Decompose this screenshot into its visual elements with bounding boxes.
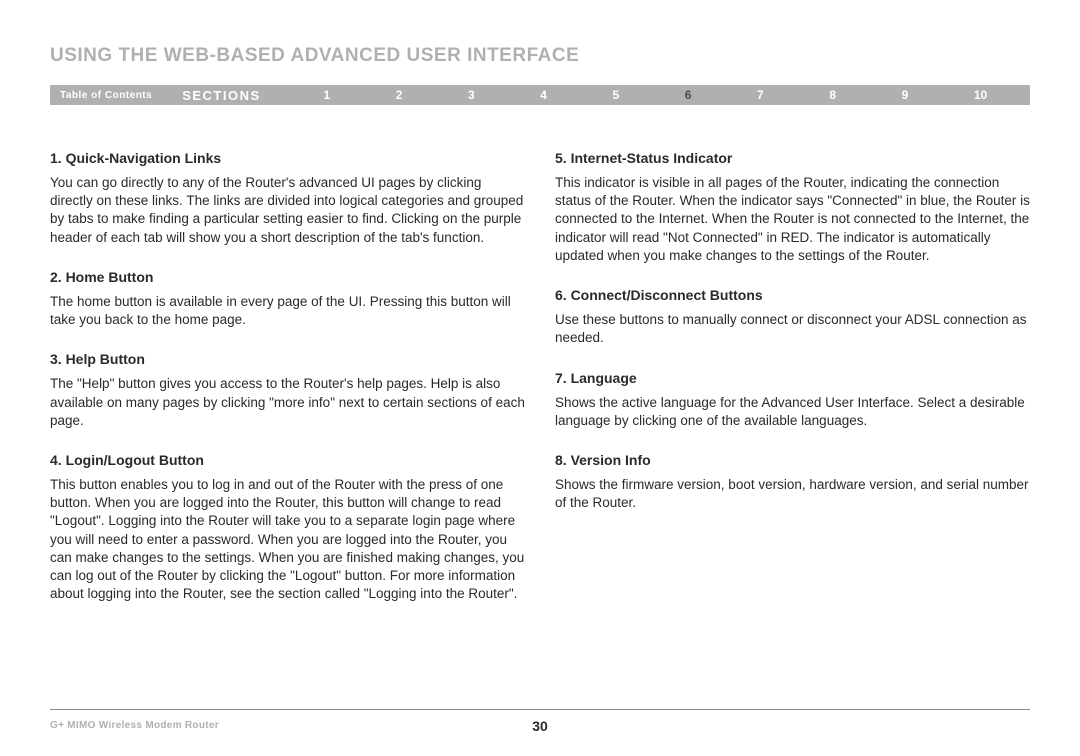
page-number: 30 bbox=[532, 718, 548, 734]
item-6: 6. Connect/Disconnect Buttons Use these … bbox=[555, 287, 1030, 347]
item-body: The "Help" button gives you access to th… bbox=[50, 375, 525, 430]
section-link-10[interactable]: 10 bbox=[974, 88, 987, 102]
item-body: Use these buttons to manually connect or… bbox=[555, 311, 1030, 347]
item-heading: 8. Version Info bbox=[555, 452, 1030, 468]
item-heading: 1. Quick-Navigation Links bbox=[50, 150, 525, 166]
item-heading: 2. Home Button bbox=[50, 269, 525, 285]
right-column: 5. Internet-Status Indicator This indica… bbox=[555, 150, 1030, 626]
item-heading: 5. Internet-Status Indicator bbox=[555, 150, 1030, 166]
item-body: This indicator is visible in all pages o… bbox=[555, 174, 1030, 265]
item-5: 5. Internet-Status Indicator This indica… bbox=[555, 150, 1030, 265]
section-numbers: 1 2 3 4 5 6 7 8 9 10 bbox=[291, 88, 1020, 102]
toc-link[interactable]: Table of Contents bbox=[60, 90, 152, 101]
product-name: G+ MIMO Wireless Modem Router bbox=[50, 720, 219, 731]
item-heading: 4. Login/Logout Button bbox=[50, 452, 525, 468]
item-8: 8. Version Info Shows the firmware versi… bbox=[555, 452, 1030, 512]
item-7: 7. Language Shows the active language fo… bbox=[555, 370, 1030, 430]
section-link-1[interactable]: 1 bbox=[323, 88, 330, 102]
item-body: Shows the active language for the Advanc… bbox=[555, 394, 1030, 430]
section-link-4[interactable]: 4 bbox=[540, 88, 547, 102]
item-2: 2. Home Button The home button is availa… bbox=[50, 269, 525, 329]
section-link-8[interactable]: 8 bbox=[829, 88, 836, 102]
footer-line: G+ MIMO Wireless Modem Router 30 bbox=[50, 709, 1030, 731]
page-title: USING THE WEB-BASED ADVANCED USER INTERF… bbox=[50, 45, 1030, 67]
item-heading: 6. Connect/Disconnect Buttons bbox=[555, 287, 1030, 303]
footer: G+ MIMO Wireless Modem Router 30 bbox=[50, 709, 1030, 731]
item-body: You can go directly to any of the Router… bbox=[50, 174, 525, 247]
sections-label: SECTIONS bbox=[182, 88, 260, 103]
section-link-3[interactable]: 3 bbox=[468, 88, 475, 102]
item-3: 3. Help Button The "Help" button gives y… bbox=[50, 351, 525, 430]
content-area: 1. Quick-Navigation Links You can go dir… bbox=[50, 150, 1030, 626]
item-body: The home button is available in every pa… bbox=[50, 293, 525, 329]
section-link-7[interactable]: 7 bbox=[757, 88, 764, 102]
item-heading: 3. Help Button bbox=[50, 351, 525, 367]
section-link-5[interactable]: 5 bbox=[613, 88, 620, 102]
nav-bar: Table of Contents SECTIONS 1 2 3 4 5 6 7… bbox=[50, 85, 1030, 105]
item-body: Shows the firmware version, boot version… bbox=[555, 476, 1030, 512]
item-body: This button enables you to log in and ou… bbox=[50, 476, 525, 604]
section-link-2[interactable]: 2 bbox=[396, 88, 403, 102]
item-1: 1. Quick-Navigation Links You can go dir… bbox=[50, 150, 525, 247]
left-column: 1. Quick-Navigation Links You can go dir… bbox=[50, 150, 525, 626]
item-4: 4. Login/Logout Button This button enabl… bbox=[50, 452, 525, 604]
section-link-6[interactable]: 6 bbox=[685, 88, 692, 102]
item-heading: 7. Language bbox=[555, 370, 1030, 386]
section-link-9[interactable]: 9 bbox=[902, 88, 909, 102]
